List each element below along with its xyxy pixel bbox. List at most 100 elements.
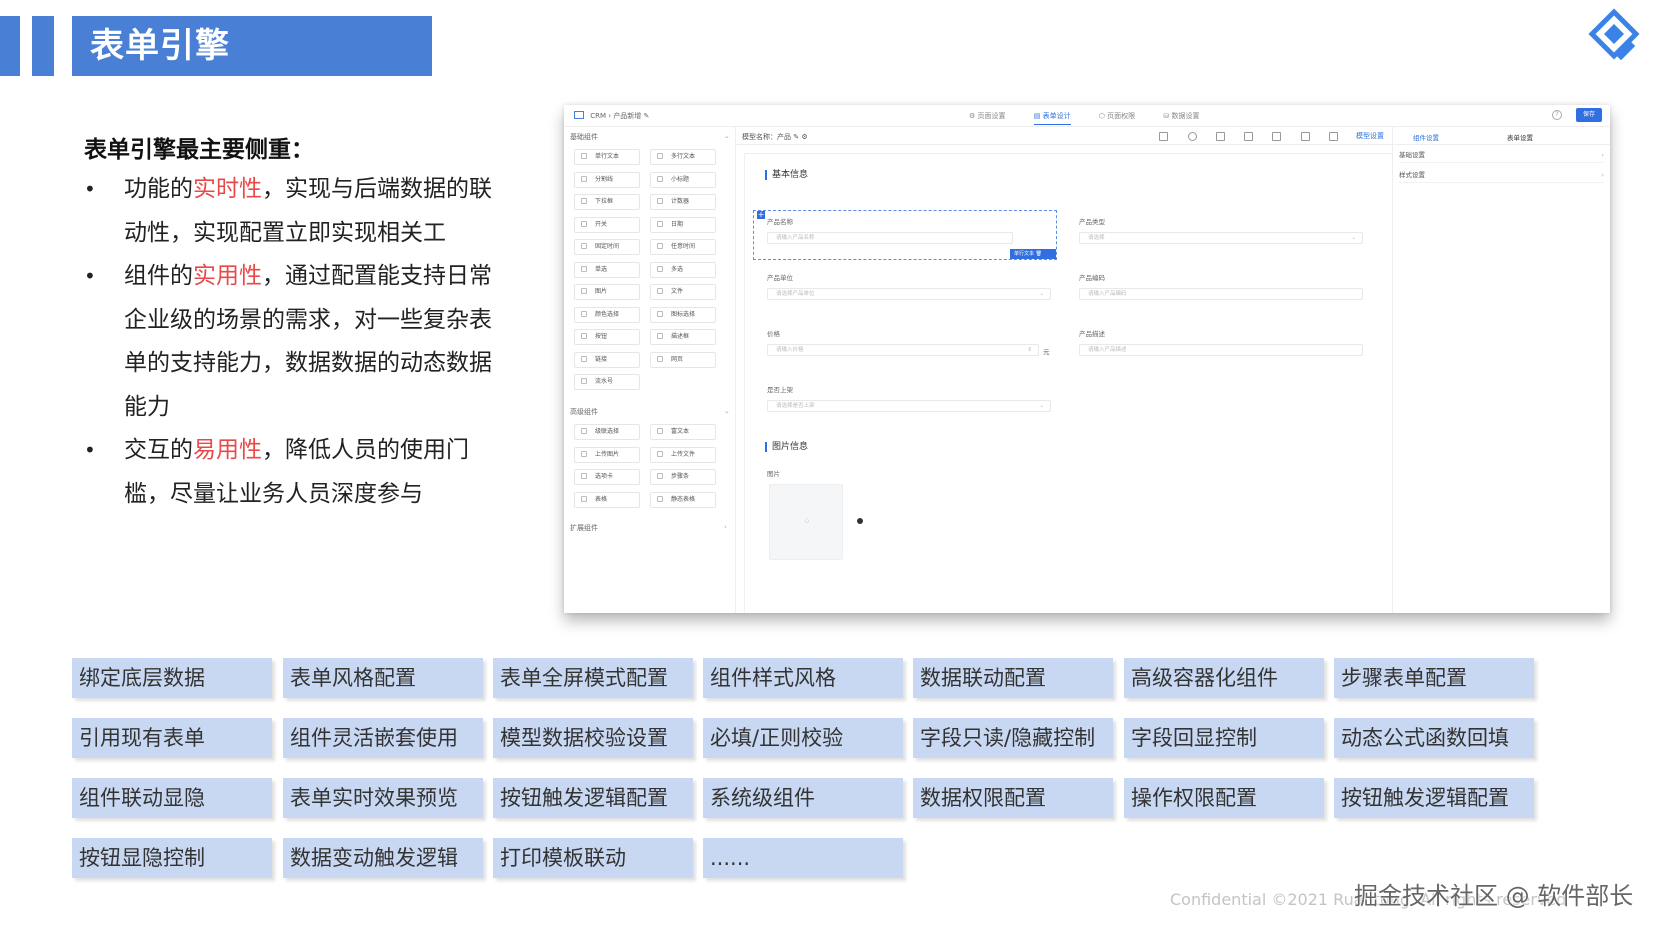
bullet-text: 交互的 bbox=[124, 437, 193, 463]
palette-component[interactable]: 单行文本 bbox=[574, 149, 640, 165]
component-icon bbox=[657, 450, 663, 457]
component-label: 链接 bbox=[595, 355, 608, 363]
tab-form-settings[interactable]: 表单设置 bbox=[1507, 132, 1533, 142]
palette-component[interactable]: 下拉框 bbox=[574, 194, 640, 210]
stepper-icon[interactable]: ⇕ bbox=[1027, 345, 1032, 355]
component-label: 分割线 bbox=[595, 175, 614, 183]
palette-component[interactable]: 多选 bbox=[650, 261, 716, 278]
palette-component[interactable]: 单选 bbox=[574, 261, 640, 278]
drag-handle-icon[interactable]: + bbox=[757, 211, 765, 219]
palette-component[interactable]: 网页 bbox=[650, 351, 716, 368]
product-type-select[interactable]: 请选择 ⌄ bbox=[1079, 232, 1363, 244]
component-icon bbox=[581, 355, 587, 362]
palette-component[interactable]: 多行文本 bbox=[650, 149, 716, 165]
palette-component[interactable]: 文件 bbox=[650, 284, 716, 300]
settings-row-style[interactable]: 样式设置 › bbox=[1399, 167, 1604, 183]
product-code-input[interactable]: 请输入产品编码 bbox=[1079, 288, 1363, 300]
model-settings-link[interactable]: 模型设置 bbox=[1356, 132, 1384, 140]
bullet-realtime: • 功能的实时性，实现与后端数据的联动性，实现配置立即实现相关工 bbox=[84, 168, 504, 255]
bullet-highlight: 易用性 bbox=[193, 437, 262, 463]
field-label: 产品编码 bbox=[1079, 274, 1105, 282]
chevron-down-icon[interactable]: ⌄ bbox=[724, 407, 730, 415]
settings-row-basic[interactable]: 基础设置 › bbox=[1399, 147, 1604, 163]
copy-icon[interactable] bbox=[1159, 131, 1169, 141]
help-dot-icon[interactable] bbox=[857, 518, 863, 524]
palette-component[interactable]: 表格 bbox=[574, 491, 640, 508]
palette-component[interactable]: 日期 bbox=[650, 216, 716, 233]
watermark: 掘金技术社区 @ 软件部长 bbox=[1354, 882, 1634, 910]
palette-component[interactable]: 图片 bbox=[574, 284, 640, 300]
tab-component-settings[interactable]: 组件设置 bbox=[1413, 132, 1439, 142]
breadcrumb-app[interactable]: CRM bbox=[590, 112, 606, 120]
feature-tag: 数据变动触发逻辑 bbox=[283, 838, 483, 878]
component-icon bbox=[581, 153, 587, 159]
canvas-toolbar: 模型设置 bbox=[1142, 131, 1384, 141]
feature-tag: 表单实时效果预览 bbox=[283, 778, 483, 818]
preview-eye-icon[interactable] bbox=[1187, 131, 1197, 141]
tab-page-permission[interactable]: ⬡ 页面权限 bbox=[1099, 112, 1135, 120]
select-placeholder: 请选择 bbox=[1088, 235, 1105, 241]
palette-component[interactable]: 固定时间 bbox=[574, 239, 640, 255]
palette-component[interactable]: 描述框 bbox=[650, 329, 716, 345]
feature-tag: 系统级组件 bbox=[703, 778, 903, 818]
palette-component[interactable]: 上传文件 bbox=[650, 446, 716, 463]
component-label: 流水号 bbox=[595, 378, 614, 385]
tab-page-settings[interactable]: ⚙ 页面设置 bbox=[969, 112, 1006, 120]
palette-component[interactable]: 计数器 bbox=[650, 194, 716, 210]
form-canvas: 基本信息 单行文本 🗑 + 产品名称 请输入产品名称 产品类型 请选择 ⌄ 产品单… bbox=[744, 153, 1392, 613]
component-icon bbox=[657, 428, 663, 434]
selected-field-tag[interactable]: 单行文本 🗑 bbox=[1010, 249, 1056, 259]
price-unit: 元 bbox=[1043, 348, 1050, 356]
component-label: 按钮 bbox=[595, 333, 608, 340]
palette-component[interactable]: 级联选择 bbox=[574, 424, 640, 440]
component-label: 步骤条 bbox=[671, 473, 690, 480]
edit-icon[interactable]: ✎ bbox=[644, 112, 650, 120]
layout-one-column-icon[interactable] bbox=[1215, 131, 1225, 141]
delete-icon[interactable] bbox=[1328, 131, 1338, 141]
component-icon bbox=[657, 153, 663, 159]
palette-component[interactable]: 颜色选择 bbox=[574, 306, 640, 323]
chevron-down-icon[interactable]: ⌄ bbox=[724, 132, 730, 140]
save-button[interactable]: 保存 bbox=[1576, 108, 1602, 122]
palette-component[interactable]: 上传图片 bbox=[574, 446, 640, 463]
palette-component[interactable]: 步骤条 bbox=[650, 469, 716, 485]
palette-component[interactable]: 小标题 bbox=[650, 171, 716, 188]
feature-tag: 必填/正则校验 bbox=[703, 718, 903, 758]
group-image-info: 图片信息 bbox=[765, 442, 808, 452]
component-icon bbox=[581, 175, 587, 182]
price-input[interactable]: 请输入价格 ⇕ bbox=[767, 344, 1039, 356]
product-desc-input[interactable]: 请输入产品描述 bbox=[1079, 344, 1363, 356]
image-upload[interactable]: ⁘ bbox=[769, 484, 843, 560]
palette-component[interactable]: 开关 bbox=[574, 216, 640, 233]
layout-two-column-icon[interactable] bbox=[1244, 131, 1254, 141]
palette-component[interactable]: 图标选择 bbox=[650, 306, 716, 323]
settings-tabs: 组件设置 表单设置 bbox=[1393, 127, 1610, 145]
layout-four-column-icon[interactable] bbox=[1300, 131, 1310, 141]
palette-component[interactable]: 流水号 bbox=[574, 374, 640, 390]
component-label: 多行文本 bbox=[671, 153, 696, 160]
palette-component[interactable]: 分割线 bbox=[574, 171, 640, 188]
tab-form-design[interactable]: ▤ 表单设计 bbox=[1033, 112, 1071, 125]
palette-component[interactable]: 链接 bbox=[574, 351, 640, 368]
palette-component[interactable]: 任意时间 bbox=[650, 239, 716, 255]
palette-component[interactable]: 静态表格 bbox=[650, 491, 716, 508]
component-icon bbox=[581, 378, 587, 384]
palette-component[interactable]: 按钮 bbox=[574, 329, 640, 345]
chevron-right-icon[interactable]: › bbox=[724, 523, 727, 531]
component-label: 日期 bbox=[671, 220, 684, 228]
bullet-text: 功能的 bbox=[124, 176, 193, 202]
component-label: 计数器 bbox=[671, 198, 690, 205]
product-name-input[interactable]: 请输入产品名称 bbox=[767, 232, 1013, 244]
palette-component[interactable]: 富文本 bbox=[650, 424, 716, 440]
app-icon bbox=[574, 111, 584, 119]
component-label: 上传文件 bbox=[671, 450, 696, 458]
product-unit-select[interactable]: 请选择产品单位 ⌄ bbox=[767, 288, 1051, 300]
help-icon[interactable]: ? bbox=[1552, 110, 1562, 120]
intro-subtitle: 表单引擎最主要侧重： bbox=[84, 137, 314, 163]
component-label: 描述框 bbox=[671, 333, 690, 340]
on-sale-select[interactable]: 请选择是否上架 ⌄ bbox=[767, 400, 1051, 412]
layout-three-column-icon[interactable] bbox=[1272, 131, 1282, 141]
component-icon bbox=[581, 243, 587, 249]
palette-component[interactable]: 选项卡 bbox=[574, 469, 640, 485]
tab-data-settings[interactable]: ⛁ 数据设置 bbox=[1163, 112, 1199, 120]
